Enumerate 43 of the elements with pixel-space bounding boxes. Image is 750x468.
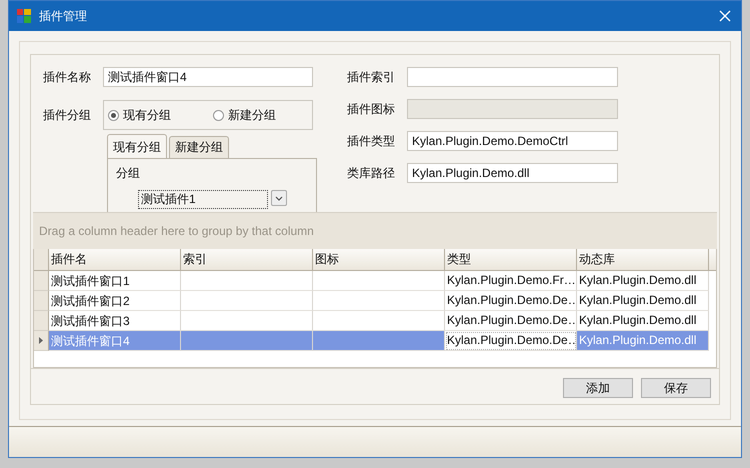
table-cell: Kylan.Plugin.Demo.dll (577, 271, 709, 291)
column-header[interactable]: 索引 (181, 249, 313, 270)
dialog-button[interactable]: 添加 (563, 378, 633, 398)
radio-button[interactable]: 现有分组 (108, 106, 171, 124)
table-cell: Kylan.Plugin.Demo.dll (577, 291, 709, 311)
table-cell: Kylan.Plugin.Demo.De… (445, 291, 577, 311)
name-field[interactable]: 测试插件窗口4 (103, 67, 313, 87)
app-icon (17, 9, 31, 23)
table-cell: Kylan.Plugin.Demo.Fr… (445, 271, 577, 291)
table-cell: Kylan.Plugin.Demo.De… (445, 331, 577, 351)
window-title: 插件管理 (39, 8, 88, 24)
column-header[interactable]: 类型 (445, 249, 577, 270)
field-label: 插件索引 (347, 68, 396, 86)
table-cell: 测试插件窗口4 (49, 331, 181, 351)
row-pointer-icon (39, 337, 43, 344)
field-label: 插件名称 (43, 68, 92, 86)
tab[interactable]: 新建分组 (169, 136, 229, 158)
table-row[interactable]: 测试插件窗口2 Kylan.Plugin.Demo.De…Kylan.Plugin.Demo.dll (34, 291, 716, 311)
group-title: 分组 (116, 165, 141, 182)
field-label: 插件类型 (347, 132, 396, 150)
table-cell: 测试插件窗口2 (49, 291, 181, 311)
chevron-icon (275, 196, 283, 200)
radio-button[interactable]: 新建分组 (213, 106, 276, 124)
column-header[interactable]: 插件名 (49, 249, 181, 270)
combo-field[interactable]: 测试插件1 (138, 190, 268, 209)
dropdown-button[interactable] (271, 190, 287, 206)
tab[interactable]: 现有分组 (107, 134, 167, 158)
field-label: 插件分组 (43, 106, 92, 124)
column-header[interactable]: 动态库 (577, 249, 709, 270)
table-cell: 测试插件窗口1 (49, 271, 181, 291)
group-panel-hint: Drag a column header here to group by that column (39, 224, 314, 238)
path-field[interactable]: Kylan.Plugin.Demo.dll (407, 163, 618, 183)
index-field[interactable] (407, 67, 618, 87)
field-label: 插件图标 (347, 100, 396, 118)
table-row[interactable]: 测试插件窗口1 Kylan.Plugin.Demo.Fr… Kylan.Plugin.Demo.dll (34, 271, 716, 291)
column-header[interactable]: 图标 (313, 249, 445, 270)
type-field[interactable]: Kylan.Plugin.Demo.DemoCtrl (407, 131, 618, 151)
field-label: 类库路径 (347, 164, 396, 182)
close-icon[interactable] (719, 10, 731, 22)
table-cell: Kylan.Plugin.Demo.dll (577, 331, 709, 351)
dialog-button[interactable]: 保存 (641, 378, 711, 398)
row-indicator[interactable] (34, 331, 49, 351)
table-row[interactable]: 测试插件窗口4 Kylan.Plugin.Demo.De…Kylan.Plugin.Demo.dll (34, 331, 716, 351)
